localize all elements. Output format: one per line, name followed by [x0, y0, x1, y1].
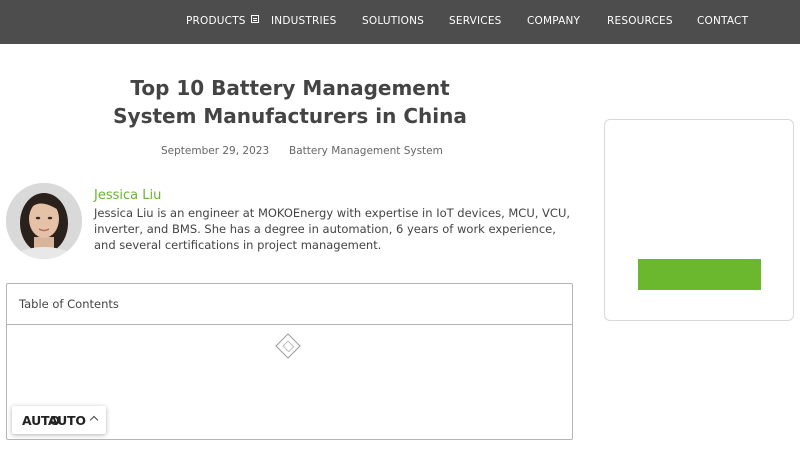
author-photo — [6, 183, 82, 259]
nav-item-products[interactable]: PRODUCTS — [186, 0, 259, 44]
nav-item-label: INDUSTRIES — [271, 15, 337, 27]
nav-item-label: PRODUCTS — [186, 15, 246, 27]
nav-item-label: SERVICES — [449, 15, 502, 27]
nav-item-services[interactable]: SERVICES — [449, 0, 502, 44]
author-avatar[interactable] — [6, 183, 82, 259]
nav-item-label: COMPANY — [527, 15, 581, 27]
submenu-icon — [250, 15, 259, 23]
nav-item-solutions[interactable]: SOLUTIONS — [362, 0, 424, 44]
toc-title: Table of Contents — [19, 297, 119, 311]
toc-header[interactable]: Table of Contents — [7, 284, 572, 325]
author-bio: Jessica Liu is an engineer at MOKOEnergy… — [94, 206, 571, 252]
page-title-line-1: Top 10 Battery Management — [130, 76, 450, 100]
nav-item-resources[interactable]: RESOURCES — [607, 0, 673, 44]
language-label-duplicate: AUTO — [48, 413, 86, 428]
sidebar-card — [604, 119, 794, 321]
language-selector[interactable]: AUTO AUTO — [12, 406, 106, 434]
page-title: Top 10 Battery Management System Manufac… — [80, 74, 500, 130]
sidebar-cta-button[interactable] — [638, 259, 761, 290]
broken-image-icon — [275, 333, 301, 359]
post-category-link[interactable]: Battery Management System — [289, 145, 443, 157]
post-date: September 29, 2023 — [161, 145, 270, 157]
nav-item-contact[interactable]: CONTACT — [697, 0, 748, 44]
nav-item-industries[interactable]: INDUSTRIES — [271, 0, 337, 44]
page-title-line-2: System Manufacturers in China — [113, 104, 467, 128]
chevron-up-icon — [89, 415, 99, 425]
nav-item-label: CONTACT — [697, 15, 749, 27]
nav-item-company[interactable]: COMPANY — [527, 0, 580, 44]
top-navigation-bar: PRODUCTS INDUSTRIES SOLUTIONS SERVICES C… — [0, 0, 800, 44]
nav-item-label: RESOURCES — [607, 15, 673, 27]
nav-item-label: SOLUTIONS — [362, 15, 425, 27]
author-name-link[interactable]: Jessica Liu — [94, 188, 161, 203]
